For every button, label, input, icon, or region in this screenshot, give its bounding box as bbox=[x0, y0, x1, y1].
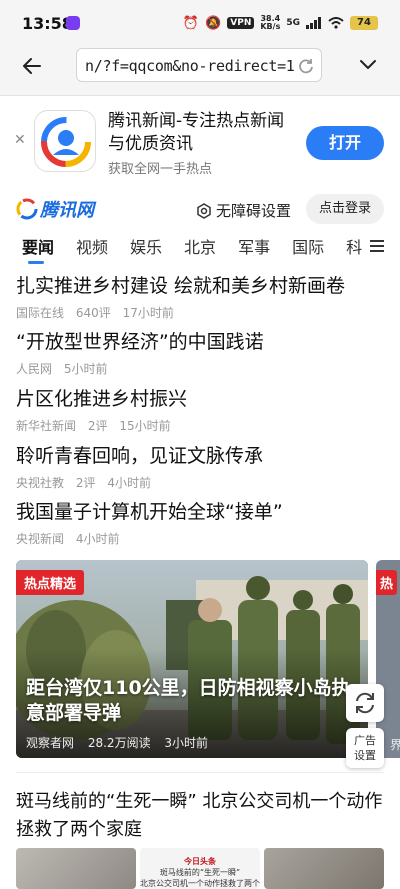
chevron-down-icon[interactable] bbox=[358, 56, 378, 72]
next-feature-meta: 界 bbox=[390, 738, 400, 752]
reload-icon[interactable] bbox=[297, 57, 315, 75]
news-item[interactable]: 片区化推进乡村振兴 新华社新闻 2评 15小时前 bbox=[16, 387, 386, 434]
tencent-news-app-logo bbox=[34, 110, 96, 172]
ad-settings-line1: 广告 bbox=[354, 734, 376, 747]
tab-5[interactable]: 国际 bbox=[292, 234, 324, 258]
news-time: 15小时前 bbox=[119, 419, 171, 433]
login-button[interactable]: 点击登录 bbox=[306, 194, 384, 224]
refresh-feed-button[interactable] bbox=[346, 684, 384, 722]
feature-tag: 热点精选 bbox=[16, 570, 85, 595]
feature-title[interactable]: 距台湾仅110公里，日防相视察小岛执意部署导弹 bbox=[26, 676, 366, 726]
site-logo[interactable]: 腾讯网 bbox=[40, 196, 94, 222]
app-title: 腾讯新闻-专注热点新闻与优质资讯 bbox=[108, 111, 285, 154]
story-thumbnails[interactable]: 今日头条 斑马线前的“生死一瞬” 北京公交司机一个动作拯救了两个家庭 bbox=[16, 848, 384, 889]
active-tab-indicator bbox=[28, 261, 44, 264]
thumbnail-caption: 今日头条 斑马线前的“生死一瞬” 北京公交司机一个动作拯救了两个家庭 bbox=[140, 856, 260, 889]
tab-2[interactable]: 娱乐 bbox=[130, 234, 162, 258]
channel-nav: 要闻 视频 娱乐 北京 军事 国际科 bbox=[0, 228, 400, 266]
battery-indicator: 74 bbox=[350, 16, 378, 30]
app-notification-icon bbox=[66, 16, 80, 30]
news-title[interactable]: 我国量子计算机开始全球“接单” bbox=[16, 500, 386, 524]
news-time: 17小时前 bbox=[122, 306, 174, 320]
news-time: 4小时前 bbox=[75, 532, 120, 546]
close-icon[interactable]: ✕ bbox=[14, 132, 26, 148]
feature-card[interactable]: 热点精选 距台湾仅110公里，日防相视察小岛执意部署导弹 观察者网 28.2万阅… bbox=[16, 560, 368, 758]
news-item[interactable]: 我国量子计算机开始全球“接单” 央视新闻 4小时前 bbox=[16, 500, 386, 547]
news-source: 央视新闻 bbox=[16, 532, 65, 546]
news-comments: 2评 bbox=[87, 419, 108, 433]
url-text[interactable]: n/?f=qqcom&no-redirect=1 bbox=[85, 57, 295, 75]
news-meta: 国际在线 640评 17小时前 bbox=[16, 304, 386, 321]
thumbnail-image bbox=[264, 848, 384, 889]
news-title[interactable]: 扎实推进乡村建设 绘就和美乡村新画卷 bbox=[16, 274, 386, 298]
network-speed: 38.4 KB/s bbox=[260, 15, 280, 31]
thumbnail-line1: 斑马线前的“生死一瞬” bbox=[159, 868, 241, 877]
silent-icon: 🔕 bbox=[205, 15, 222, 31]
url-input[interactable]: n/?f=qqcom&no-redirect=1 bbox=[76, 48, 322, 82]
status-bar: 13:58 ⏰ 🔕 VPN 38.4 KB/s 5G 74 bbox=[0, 0, 400, 46]
refresh-icon bbox=[356, 692, 374, 714]
news-source: 人民网 bbox=[16, 362, 53, 376]
news-item[interactable]: 扎实推进乡村建设 绘就和美乡村新画卷 国际在线 640评 17小时前 bbox=[16, 274, 386, 321]
speed-unit: KB/s bbox=[260, 22, 281, 31]
vpn-badge: VPN bbox=[227, 17, 255, 29]
signal-icon bbox=[306, 17, 321, 29]
back-arrow-icon[interactable] bbox=[20, 54, 44, 78]
news-item[interactable]: “开放型世界经济”的中国践诺 人民网 5小时前 bbox=[16, 330, 386, 377]
open-app-button[interactable]: 打开 bbox=[306, 126, 384, 160]
news-comments: 640评 bbox=[75, 306, 111, 320]
news-meta: 央视新闻 4小时前 bbox=[16, 530, 386, 547]
news-item[interactable]: 聆听青春回响，见证文脉传承 央视社教 2评 4小时前 bbox=[16, 444, 386, 491]
network-type: 5G bbox=[286, 18, 300, 28]
thumbnail-line2: 北京公交司机一个动作拯救了两个家庭 bbox=[140, 879, 260, 888]
channel-tabs: 要闻 视频 娱乐 北京 军事 国际科 bbox=[22, 234, 362, 258]
tab-3[interactable]: 北京 bbox=[184, 234, 216, 258]
next-feature-tag: 热 bbox=[376, 570, 398, 595]
divider bbox=[16, 772, 384, 773]
news-source: 央视社教 bbox=[16, 476, 65, 490]
feature-time: 3小时前 bbox=[164, 736, 209, 750]
news-source: 新华社新闻 bbox=[16, 419, 77, 433]
accessibility-settings[interactable]: 无障碍设置 bbox=[196, 200, 291, 221]
qq-logo-icon[interactable] bbox=[16, 198, 38, 220]
wifi-icon bbox=[328, 17, 344, 29]
news-title-long[interactable]: 斑马线前的“生死一瞬” 北京公交司机一个动作拯救了两个家庭 bbox=[16, 788, 384, 844]
app-subtitle: 获取全网一手热点 bbox=[108, 162, 213, 177]
status-icons: ⏰ 🔕 VPN 38.4 KB/s 5G 74 bbox=[183, 14, 378, 32]
tab-0[interactable]: 要闻 bbox=[22, 234, 54, 258]
alarm-icon: ⏰ bbox=[182, 15, 200, 31]
news-title[interactable]: 聆听青春回响，见证文脉传承 bbox=[16, 444, 386, 468]
news-title[interactable]: “开放型世界经济”的中国践诺 bbox=[16, 330, 386, 354]
news-time: 4小时前 bbox=[107, 476, 151, 490]
news-comments: 2评 bbox=[75, 476, 96, 490]
feature-meta: 观察者网 28.2万阅读 3小时前 bbox=[26, 734, 218, 751]
ad-settings-line2: 设置 bbox=[354, 749, 376, 762]
app-download-banner: ✕ 腾讯新闻-专注热点新闻与优质资讯 获取全网一手热点 打开 bbox=[0, 96, 400, 188]
ad-settings-button[interactable]: 广告 设置 bbox=[346, 728, 384, 768]
news-time: 5小时前 bbox=[63, 362, 108, 376]
tab-1[interactable]: 视频 bbox=[76, 234, 108, 258]
accessibility-icon bbox=[197, 202, 211, 219]
menu-icon[interactable] bbox=[370, 240, 384, 252]
thumbnail-brand: 今日头条 bbox=[184, 856, 216, 866]
site-header: 腾讯网 无障碍设置 点击登录 bbox=[0, 188, 400, 228]
thumbnail-image bbox=[16, 848, 136, 889]
news-meta: 人民网 5小时前 bbox=[16, 360, 386, 377]
accessibility-label: 无障碍设置 bbox=[216, 202, 292, 220]
news-source: 国际在线 bbox=[16, 306, 65, 320]
tab-4[interactable]: 军事 bbox=[238, 234, 270, 258]
news-title[interactable]: 片区化推进乡村振兴 bbox=[16, 387, 386, 411]
news-meta: 央视社教 2评 4小时前 bbox=[16, 474, 386, 491]
thumbnail-image: 今日头条 斑马线前的“生死一瞬” 北京公交司机一个动作拯救了两个家庭 bbox=[140, 848, 260, 889]
feature-reads: 28.2万阅读 bbox=[87, 736, 151, 750]
news-meta: 新华社新闻 2评 15小时前 bbox=[16, 417, 386, 434]
browser-toolbar: n/?f=qqcom&no-redirect=1 bbox=[0, 46, 400, 96]
feature-source: 观察者网 bbox=[26, 736, 75, 750]
